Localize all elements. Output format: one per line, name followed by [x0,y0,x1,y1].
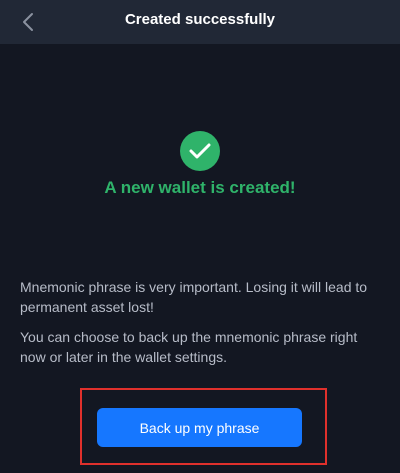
success-title: A new wallet is created! [104,178,296,197]
created-successfully-screen: Created successfully A new wallet is cre… [0,0,400,473]
mnemonic-warning-text: Mnemonic phrase is very important. Losin… [20,279,368,315]
page-title: Created successfully [124,11,276,28]
backup-info-text: You can choose to back up the mnemonic p… [20,329,358,365]
success-badge [180,131,220,171]
back-up-phrase-button[interactable]: Back up my phrase [97,408,302,447]
top-app-bar: Created successfully [0,0,400,44]
check-icon [189,143,211,159]
